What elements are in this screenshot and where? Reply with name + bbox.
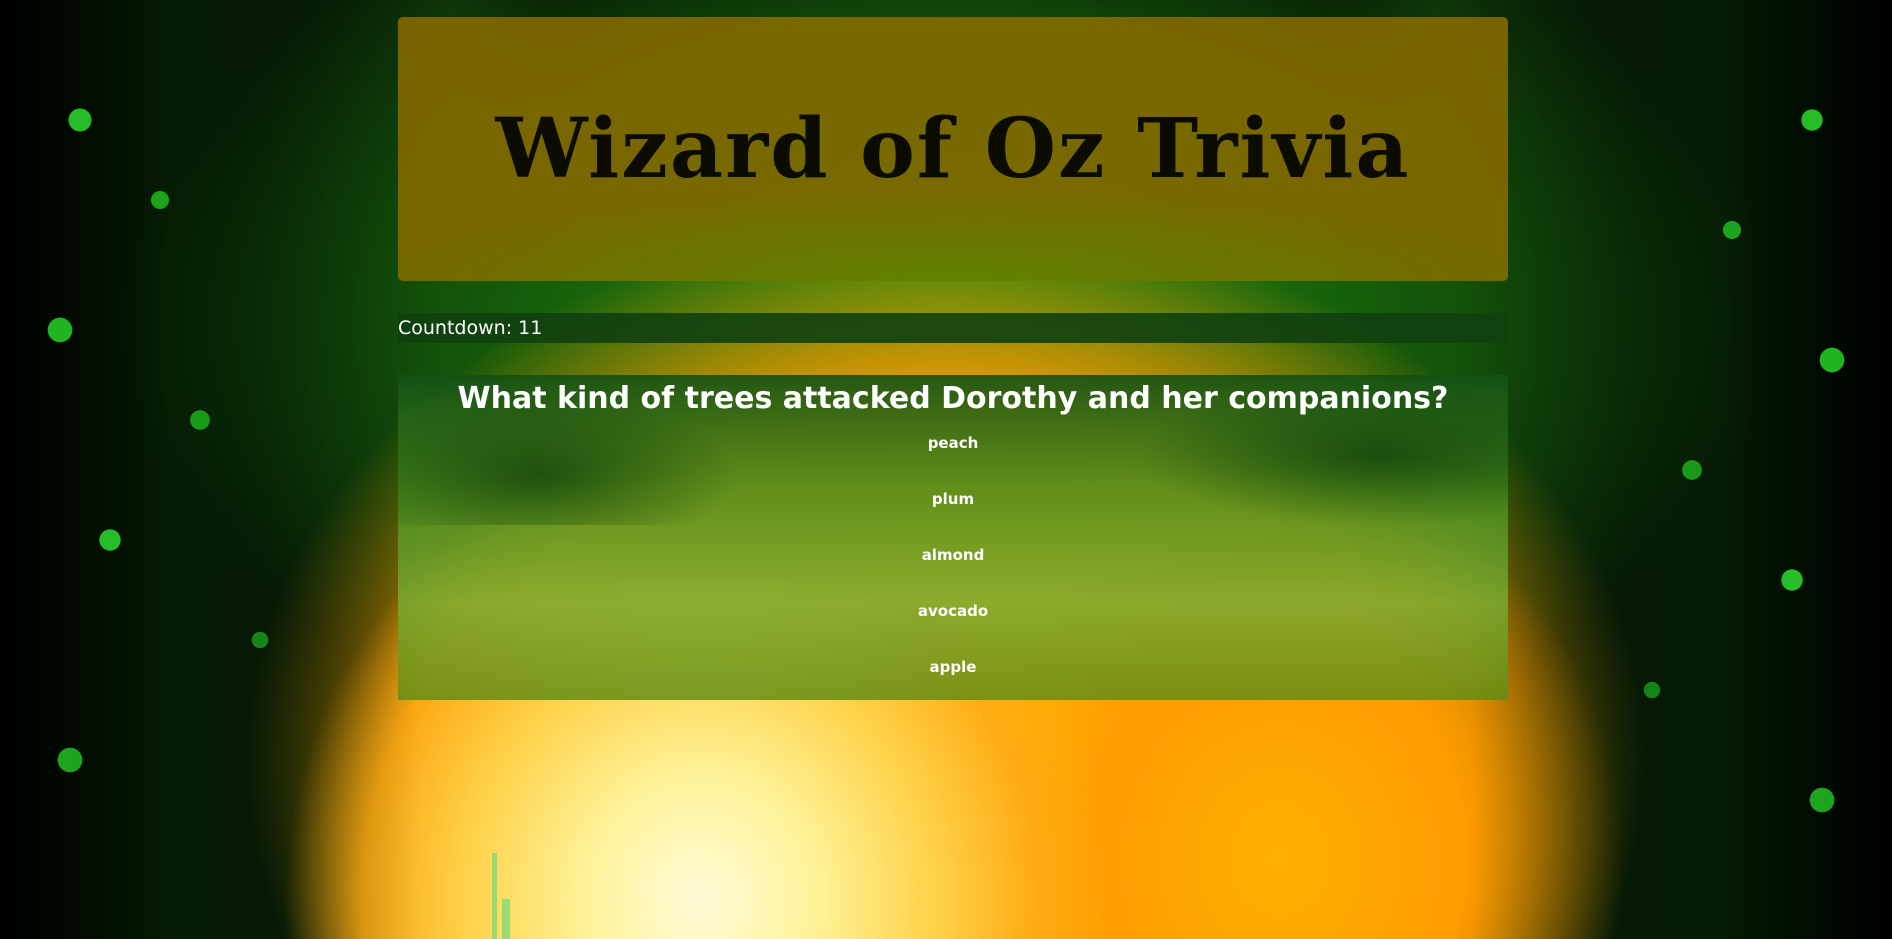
answer-option[interactable]: peach (398, 431, 1508, 487)
answer-option[interactable]: apple (398, 655, 1508, 700)
answer-list: peach plum almond avocado apple (398, 431, 1508, 700)
answer-option[interactable]: almond (398, 543, 1508, 599)
header-banner: Wizard of Oz Trivia (398, 17, 1508, 281)
page-title: Wizard of Oz Trivia (495, 101, 1411, 197)
question-text: What kind of trees attacked Dorothy and … (457, 381, 1449, 416)
question-panel: What kind of trees attacked Dorothy and … (398, 375, 1508, 700)
answer-option[interactable]: plum (398, 487, 1508, 543)
answer-option[interactable]: avocado (398, 599, 1508, 655)
right-foliage (1472, 0, 1892, 939)
left-foliage (0, 0, 420, 939)
emerald-city-spires (488, 850, 528, 939)
countdown-timer: Countdown: 11 (398, 313, 1508, 343)
trivia-container: Wizard of Oz Trivia Countdown: 11 What k… (398, 17, 1508, 700)
